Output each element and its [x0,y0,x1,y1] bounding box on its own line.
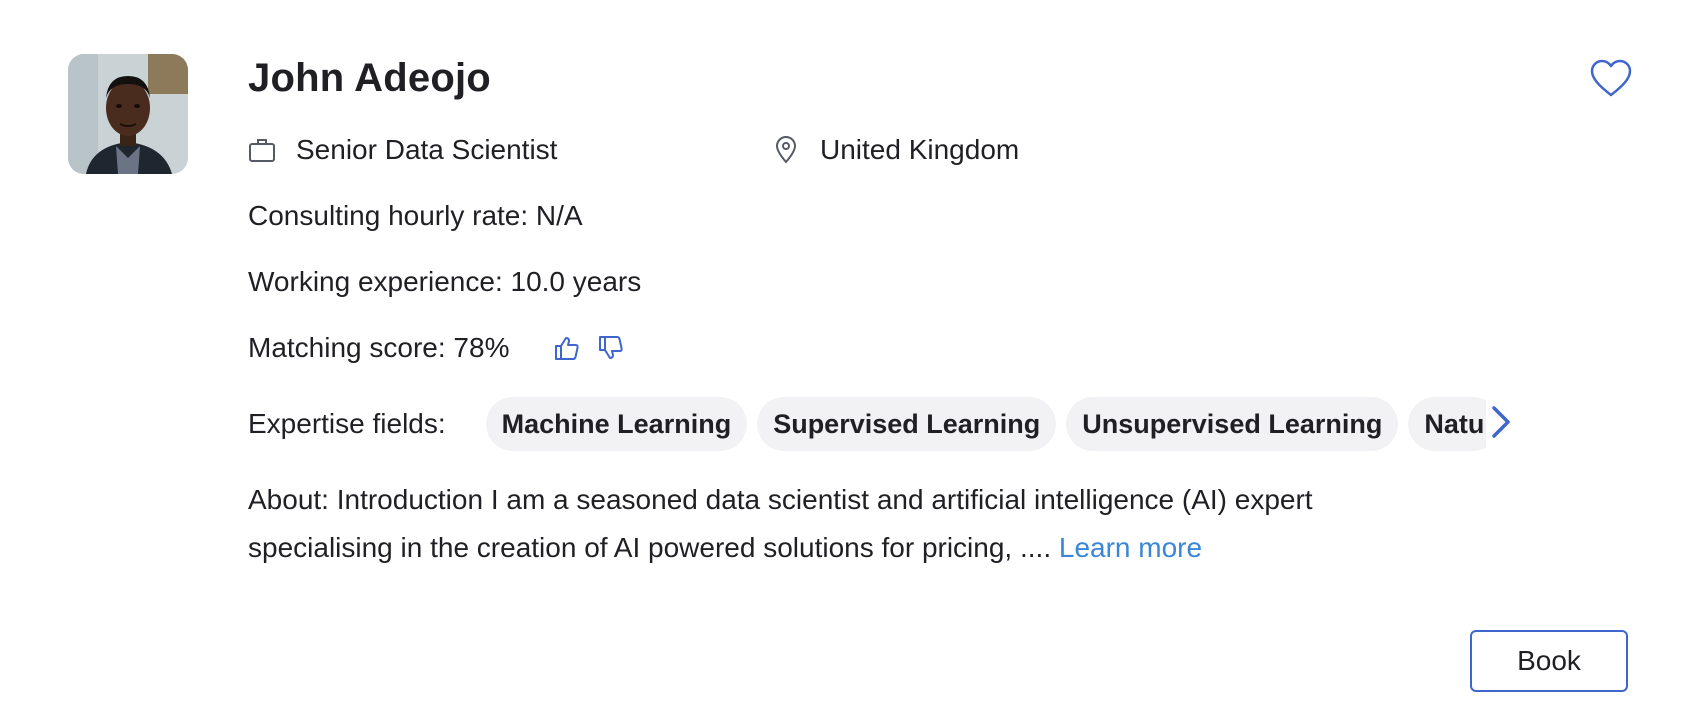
favorite-button[interactable] [1588,56,1634,102]
expertise-chips: Machine Learning Supervised Learning Uns… [485,396,1486,452]
learn-more-link[interactable]: Learn more [1059,532,1202,563]
location: United Kingdom [820,134,1020,165]
heart-icon [1590,59,1632,97]
hourly-rate: Consulting hourly rate: N/A [248,200,583,231]
dislike-button[interactable] [597,334,625,362]
thumbs-up-icon [555,337,580,360]
like-button[interactable] [553,334,581,362]
thumbs-down-icon [599,336,624,359]
expertise-chip[interactable]: Unsupervised Learning [1066,397,1399,451]
matching-score: Matching score: 78% [248,332,510,363]
job-title: Senior Data Scientist [296,134,558,165]
matching-score-row: Matching score: 78% [248,332,625,364]
expertise-label: Expertise fields: [248,408,446,439]
expertise-scroll-button[interactable] [1488,404,1514,440]
job-title-row: Senior Data Scientist [248,134,557,166]
expertise-row: Expertise fields: Machine Learning Super… [248,396,1486,452]
avatar [68,54,188,174]
expertise-chip[interactable]: Supervised Learning [757,397,1057,451]
location-row: United Kingdom [772,134,1019,166]
chevron-right-icon [1492,406,1510,438]
book-button[interactable]: Book [1470,630,1628,692]
expertise-chip[interactable]: Machine Learning [485,397,748,451]
map-pin-icon [772,136,800,164]
about-text: About: Introduction I am a seasoned data… [248,476,1448,572]
expert-name: John Adeojo [248,56,491,100]
briefcase-icon [248,136,276,164]
expert-card: John Adeojo Senior Data Scientist United… [0,0,1690,720]
expertise-chip[interactable]: Natu [1408,397,1486,451]
working-experience: Working experience: 10.0 years [248,266,642,297]
